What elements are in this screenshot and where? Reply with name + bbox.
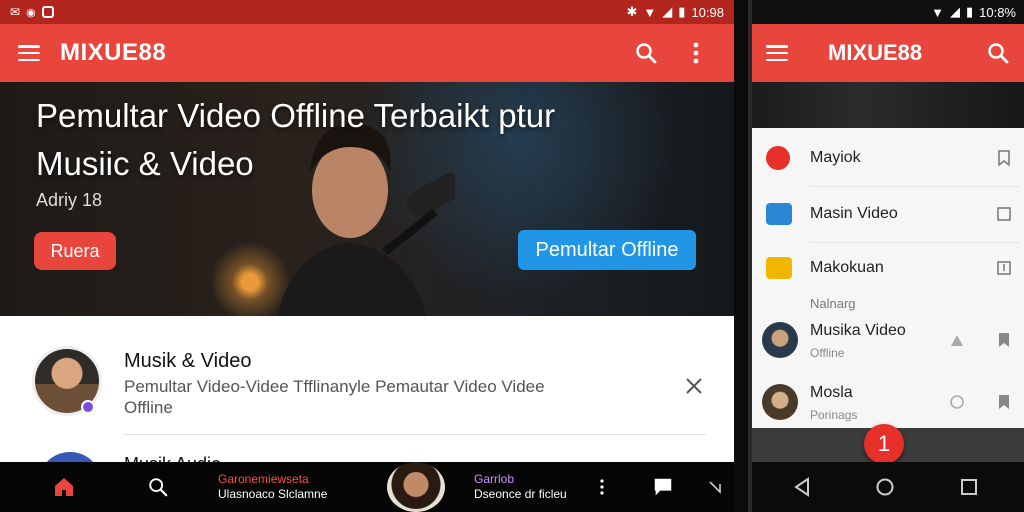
hero-primary-button[interactable]: Ruera [34, 232, 116, 270]
menu-item-music[interactable]: Mayiok [752, 132, 1024, 184]
home-icon[interactable] [44, 462, 84, 512]
back-icon[interactable] [792, 476, 814, 498]
suggestion-card[interactable]: Musik & Video Pemultar Video-Videe Tffli… [0, 316, 734, 512]
wifi-icon: ▼ [643, 4, 657, 20]
mini-player-left-text: Garonemiewseta Ulasnoaco Slclamne [218, 472, 327, 502]
hero-banner: Pemultar Video Offline Terbaikt ptur Mus… [0, 82, 734, 316]
menu-icon[interactable] [766, 45, 788, 61]
phone-app-title: MIXUE88 [828, 40, 923, 65]
phone-screen: ▼ ◢ ▮ 10:8% MIXUE88 Mayiok Masin Video M… [748, 0, 1024, 512]
hero-title: Pemultar Video Offline Terbaikt ptur Mus… [36, 92, 555, 188]
hero-title-line-2: Musiic & Video [36, 145, 254, 182]
video-icon [766, 203, 792, 225]
drawer-menu: Mayiok Masin Video Makokuan Nalnarg Musi… [752, 128, 1024, 428]
screenshot-root: ✉ ◉ ✱ ▼ ◢ ▮ 10:98 MIXUE88 Pemultar Video… [0, 0, 1024, 512]
phone-hero-strip [752, 82, 1024, 128]
divider [810, 186, 1020, 187]
battery-icon: ▮ [678, 4, 686, 19]
bookmark-icon[interactable] [996, 332, 1012, 348]
phone-status-time: 10:8% [979, 4, 1016, 20]
music-icon [766, 146, 790, 170]
download-icon[interactable] [996, 260, 1012, 276]
menu-item-label: Mayiok [810, 149, 861, 166]
list-item[interactable]: Mosla Porinags [752, 376, 1024, 428]
checkbox-icon[interactable] [996, 206, 1012, 222]
hero-title-line-1: Pemultar Video Offline Terbaikt ptur [36, 97, 556, 134]
menu-item-label: Masin Video [810, 205, 898, 222]
folder-icon [766, 257, 792, 279]
main-app-screen: ✉ ◉ ✱ ▼ ◢ ▮ 10:98 MIXUE88 Pemultar Video… [0, 0, 734, 512]
list-item-title: Mosla [810, 384, 853, 401]
avatar [762, 384, 798, 420]
home-circle-icon[interactable] [874, 476, 896, 498]
cloud-icon[interactable] [948, 332, 966, 348]
wifi-icon: ▼ [931, 4, 944, 20]
recents-icon[interactable] [958, 476, 980, 498]
bookmark-icon[interactable] [996, 394, 1012, 410]
bottom-navigation: Garonemiewseta Ulasnoaco Slclamne Garrlo… [0, 462, 734, 512]
phone-status-bar: ▼ ◢ ▮ 10:8% [752, 0, 1024, 24]
section-label: Nalnarg [810, 296, 856, 311]
mini-player-left-line-1: Garonemiewseta [218, 472, 309, 486]
hero-subtitle: Adriy 18 [36, 190, 103, 210]
bluetooth-icon: ✱ [626, 4, 638, 19]
record-icon: ◉ [26, 6, 36, 19]
system-navigation-bar [752, 462, 1024, 512]
card-title: Musik & Video [124, 350, 252, 372]
status-time: 10:98 [691, 4, 724, 20]
search-icon[interactable] [626, 33, 666, 73]
notification-icon: ✉ [10, 5, 21, 19]
divider [124, 434, 706, 435]
list-item-subtitle: Porinags [810, 408, 858, 422]
app-notification-icon [41, 6, 54, 18]
mini-player-right-line-1: Garrlob [474, 472, 515, 486]
status-bar: ✉ ◉ ✱ ▼ ◢ ▮ 10:98 [0, 0, 734, 24]
mini-player-right-line-2: Dseonce dr ficleu [474, 487, 567, 501]
app-toolbar: MIXUE88 [0, 24, 734, 82]
floating-action-button[interactable]: 1 [864, 424, 904, 464]
play-offline-button[interactable]: Pemultar Offline [518, 230, 696, 270]
menu-item-video[interactable]: Masin Video [752, 188, 1024, 240]
app-title: MIXUE88 [60, 39, 167, 66]
menu-icon[interactable] [18, 45, 40, 61]
chat-icon[interactable] [648, 462, 678, 512]
mini-player-thumbnail[interactable] [387, 462, 445, 512]
search-nav-icon[interactable] [138, 462, 178, 512]
menu-item-folder[interactable]: Makokuan [752, 242, 1024, 294]
mini-player-right-text: Garrlob Dseonce dr ficleu [474, 472, 567, 502]
mini-player-more-icon[interactable] [594, 462, 610, 512]
battery-icon: ▮ [965, 4, 974, 19]
list-item-subtitle: Offline [810, 346, 845, 360]
phone-frame: ▼ ◢ ▮ 10:8% MIXUE88 Mayiok Masin Video M… [734, 0, 1024, 512]
expand-icon[interactable] [700, 462, 730, 512]
close-icon[interactable] [682, 374, 706, 398]
list-item-title: Musika Video [810, 322, 906, 339]
bookmark-icon[interactable] [996, 150, 1012, 166]
signal-icon: ◢ [662, 4, 673, 19]
avatar [762, 322, 798, 358]
search-icon[interactable] [986, 41, 1010, 65]
more-vert-icon[interactable] [676, 33, 716, 73]
signal-icon: ◢ [949, 4, 960, 19]
list-item[interactable]: Musika Video Offline [752, 314, 1024, 366]
menu-item-label: Makokuan [810, 259, 884, 276]
card-description: Pemultar Video-Videe Tfflinanyle Pemauta… [124, 377, 545, 417]
mini-player-left-line-2: Ulasnoaco Slclamne [218, 487, 328, 501]
avatar-badge-icon [81, 400, 95, 414]
cloud-icon[interactable] [948, 394, 966, 410]
phone-toolbar: MIXUE88 [752, 24, 1024, 82]
